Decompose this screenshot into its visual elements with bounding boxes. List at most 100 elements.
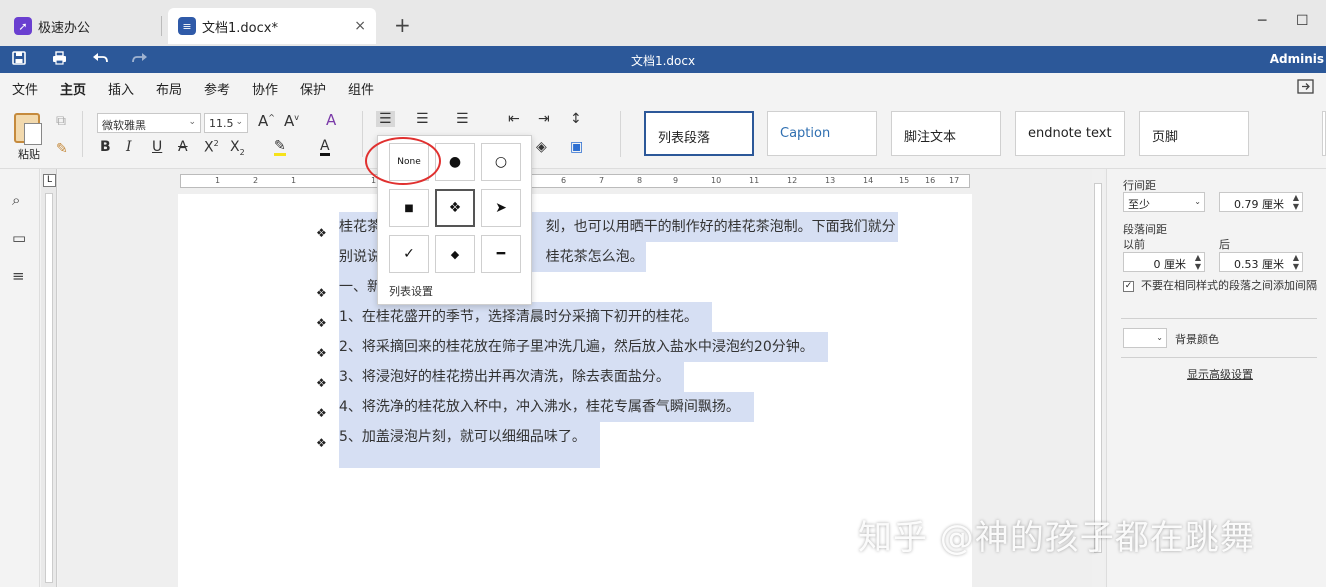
font-color-icon[interactable]: A	[320, 139, 330, 156]
bullet-option-square[interactable]: ■	[389, 189, 429, 227]
clear-format-icon[interactable]: A	[326, 111, 336, 129]
line-spacing-value: 0.79 厘米	[1234, 198, 1284, 211]
menu-plugins[interactable]: 组件	[348, 79, 374, 98]
line-spacing-label: 行间距	[1123, 179, 1156, 192]
tab-document[interactable]: ≡ 文档1.docx* ×	[168, 8, 376, 44]
vertical-ruler-track	[45, 193, 53, 583]
maximize-button[interactable]: ☐	[1296, 13, 1309, 29]
bold-icon[interactable]: B	[100, 139, 111, 155]
spinner-icon[interactable]: ▲ ▼	[1293, 193, 1299, 211]
spinner-icon[interactable]: ▲ ▼	[1195, 253, 1201, 271]
tab-stop-toggle[interactable]: L	[43, 174, 56, 187]
spacing-before-label: 以前	[1123, 238, 1145, 251]
font-size-select[interactable]: 11.5 ⌄	[204, 113, 248, 133]
style-footnote-text[interactable]: 脚注文本	[891, 111, 1001, 156]
document-title: 文档1.docx	[630, 54, 696, 68]
decrease-font-icon[interactable]: Av	[284, 112, 299, 130]
spacing-after-input[interactable]: 0.53 厘米 ▲ ▼	[1219, 252, 1303, 272]
new-tab-button[interactable]: +	[394, 13, 411, 37]
shading-icon[interactable]: ◈	[536, 139, 547, 155]
borders-icon[interactable]: ▣	[570, 139, 583, 155]
left-sidebar: ⌕ ▭ ≡	[0, 169, 40, 587]
toolbar-separator	[362, 111, 363, 157]
line-spacing-value-input[interactable]: 0.79 厘米 ▲ ▼	[1219, 192, 1303, 212]
tab-app-home[interactable]: ➚ 极速办公	[4, 8, 160, 44]
bullet-option-diamond[interactable]: ◆	[435, 235, 475, 273]
bullet-option-hollow-circle[interactable]: ○	[481, 143, 521, 181]
tab-app-label: 极速办公	[38, 20, 91, 36]
horizontal-ruler[interactable]: 1 2 1 1 2 3 4 5 6 7 8 9 10 11 12 13 14 1…	[180, 174, 970, 188]
user-name[interactable]: Adminis	[1270, 52, 1324, 66]
scrollbar-thumb[interactable]	[1094, 183, 1102, 553]
list-item-text: 5、加盖浸泡片刻，就可以细细品味了。	[339, 422, 600, 468]
increase-indent-icon[interactable]: ⇥	[538, 111, 550, 127]
strikethrough-icon[interactable]: A	[178, 139, 188, 155]
navigation-icon[interactable]: ≡	[12, 267, 25, 285]
minimize-button[interactable]: ─	[1258, 13, 1266, 29]
style-caption[interactable]: Caption	[767, 111, 877, 156]
list-item-text: 4、将洗净的桂花放入杯中，冲入沸水，桂花专属香气瞬间飘扬。	[339, 392, 754, 422]
list-settings-link[interactable]: 列表设置	[389, 283, 433, 299]
bullet-option-dash[interactable]: ━	[481, 235, 521, 273]
spacing-after-label: 后	[1219, 238, 1230, 251]
highlight-icon[interactable]: ✎	[274, 139, 286, 156]
style-endnote-text[interactable]: endnote text	[1015, 111, 1125, 156]
menu-protect[interactable]: 保护	[300, 79, 326, 98]
comment-icon[interactable]: ▭	[12, 229, 26, 247]
increase-font-icon[interactable]: A^	[258, 112, 275, 130]
bullet-marker: ❖	[316, 286, 327, 300]
font-name-select[interactable]: 微软雅黑 ⌄	[97, 113, 201, 133]
copy-icon[interactable]: ⧉	[56, 113, 66, 129]
subscript-icon[interactable]: X2	[230, 139, 245, 157]
bullet-option-arrow[interactable]: ➤	[481, 189, 521, 227]
rocket-icon: ➚	[14, 17, 32, 35]
line-spacing-mode-select[interactable]: 至少 ⌄	[1123, 192, 1205, 212]
multilevel-list-icon[interactable]: ☰	[456, 111, 469, 127]
background-color-label: 背景颜色	[1175, 333, 1219, 346]
decrease-indent-icon[interactable]: ⇤	[508, 111, 520, 127]
numbered-list-icon[interactable]: ☰	[416, 111, 429, 127]
italic-icon[interactable]: I	[126, 139, 132, 155]
search-icon[interactable]: ⌕	[12, 191, 20, 209]
chevron-down-icon: ⌄	[1194, 197, 1201, 206]
line-spacing-icon[interactable]: ↕	[570, 111, 582, 127]
underline-icon[interactable]: U	[152, 139, 162, 155]
open-location-icon[interactable]	[1297, 79, 1314, 98]
list-item-text: 1、在桂花盛开的季节，选择清晨时分采摘下初开的桂花。	[339, 302, 712, 332]
menu-file[interactable]: 文件	[12, 79, 38, 98]
menu-references[interactable]: 参考	[204, 79, 230, 98]
ruler-tick: 15	[899, 176, 910, 185]
spinner-icon[interactable]: ▲ ▼	[1293, 253, 1299, 271]
ruler-tick: 17	[949, 176, 960, 185]
menu-home[interactable]: 主页	[60, 79, 87, 104]
list-item-text: 2、将采摘回来的桂花放在筛子里冲洗几遍，然后放入盐水中浸泡约20分钟。	[339, 332, 828, 362]
ruler-tick: 16	[925, 176, 936, 185]
advanced-settings-link[interactable]: 显示高级设置	[1187, 366, 1253, 382]
close-tab-icon[interactable]: ×	[354, 18, 366, 34]
superscript-icon[interactable]: X2	[204, 139, 219, 156]
ruler-tick: 13	[825, 176, 836, 185]
bullet-option-checkmark[interactable]: ✓	[389, 235, 429, 273]
style-footer[interactable]: 页脚	[1139, 111, 1249, 156]
format-painter-icon[interactable]: ✎	[56, 141, 68, 157]
no-spacing-checkbox[interactable]: ✓	[1123, 281, 1134, 292]
panel-divider	[1121, 318, 1317, 319]
menu-collaborate[interactable]: 协作	[252, 79, 278, 98]
ruler-tick: 7	[599, 176, 605, 185]
ruler-tick: 6	[561, 176, 567, 185]
menu-layout[interactable]: 布局	[156, 79, 182, 98]
bullet-marker: ❖	[316, 436, 327, 450]
no-spacing-label: 不要在相同样式的段落之间添加间隔	[1141, 279, 1317, 292]
bullet-list-icon[interactable]: ☰	[376, 111, 395, 127]
style-more[interactable]	[1322, 111, 1326, 156]
bullet-option-filled-circle[interactable]: ●	[435, 143, 475, 181]
bullet-option-diamond-four[interactable]: ❖	[435, 189, 475, 227]
menu-insert[interactable]: 插入	[108, 79, 134, 98]
spacing-before-input[interactable]: 0 厘米 ▲ ▼	[1123, 252, 1205, 272]
chevron-down-icon: ⌄	[188, 117, 196, 127]
paste-button[interactable]	[12, 111, 42, 147]
background-color-picker[interactable]: ⌄	[1123, 328, 1167, 348]
ruler-tick: 8	[637, 176, 643, 185]
style-list-paragraph[interactable]: 列表段落	[644, 111, 754, 156]
menu-bar: 文件 主页 插入 布局 参考 协作 保护 组件	[0, 73, 1326, 104]
